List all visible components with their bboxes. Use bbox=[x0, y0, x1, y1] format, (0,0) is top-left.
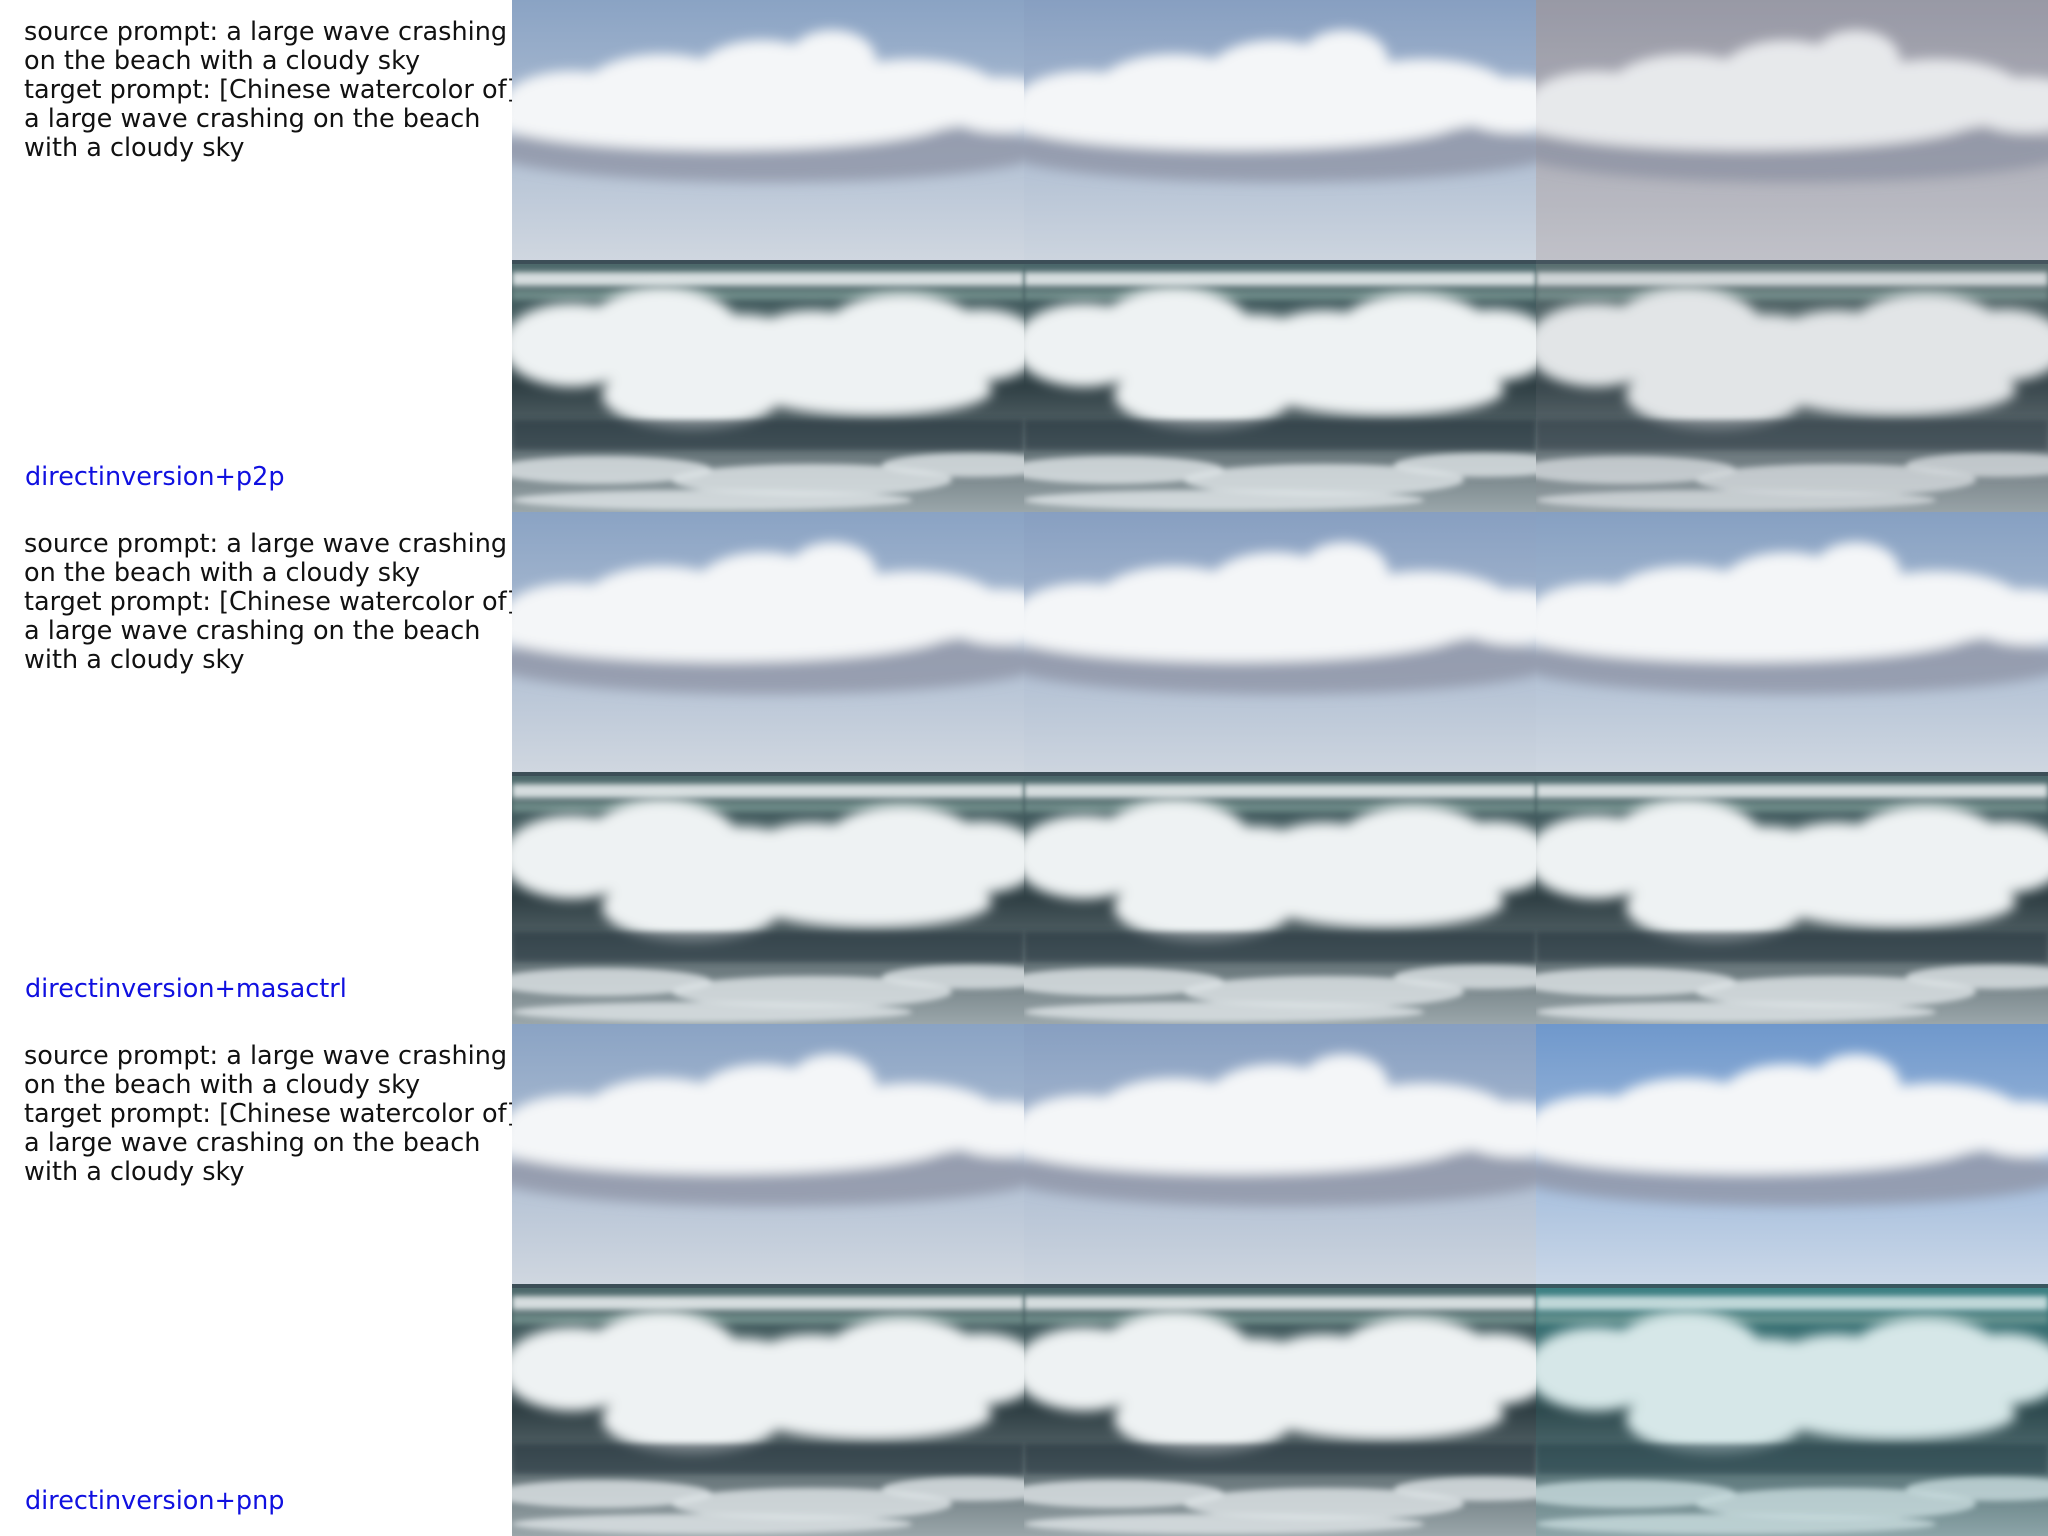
source-prompt-line: on the beach with a cloudy sky bbox=[24, 46, 421, 76]
method-label: directinversion+p2p bbox=[25, 462, 285, 492]
result-row: source prompt: a large wave crashing on … bbox=[0, 512, 2048, 1024]
target-prompt-line: a large wave crashing on the beach bbox=[24, 1128, 481, 1158]
wave-image bbox=[512, 1024, 1024, 1536]
method-label: directinversion+masactrl bbox=[25, 974, 347, 1004]
wave-image bbox=[1536, 0, 2048, 512]
prompt-text: source prompt: a large wave crashing on … bbox=[24, 529, 517, 675]
target-prompt-line: a large wave crashing on the beach bbox=[24, 616, 481, 646]
wave-image bbox=[1024, 512, 1536, 1024]
target-prompt-line: target prompt: [Chinese watercolor of] bbox=[24, 75, 517, 105]
wave-image bbox=[512, 512, 1024, 1024]
prompt-panel: source prompt: a large wave crashing on … bbox=[0, 0, 517, 512]
target-prompt-line: target prompt: [Chinese watercolor of] bbox=[24, 587, 517, 617]
wave-image bbox=[1024, 1024, 1536, 1536]
prompt-panel: source prompt: a large wave crashing on … bbox=[0, 1024, 517, 1536]
comparison-grid: source prompt: a large wave crashing on … bbox=[0, 0, 2048, 1536]
source-prompt-line: source prompt: a large wave crashing bbox=[24, 529, 508, 559]
result-row: source prompt: a large wave crashing on … bbox=[0, 0, 2048, 512]
prompt-text: source prompt: a large wave crashing on … bbox=[24, 1041, 517, 1187]
source-prompt-line: source prompt: a large wave crashing bbox=[24, 1041, 508, 1071]
method-label: directinversion+pnp bbox=[25, 1486, 285, 1516]
prompt-panel: source prompt: a large wave crashing on … bbox=[0, 512, 517, 1024]
target-prompt-line: with a cloudy sky bbox=[24, 645, 245, 675]
wave-image bbox=[512, 0, 1024, 512]
target-prompt-line: with a cloudy sky bbox=[24, 1157, 245, 1187]
target-prompt-line: a large wave crashing on the beach bbox=[24, 104, 481, 134]
wave-image bbox=[1536, 1024, 2048, 1536]
result-row: source prompt: a large wave crashing on … bbox=[0, 1024, 2048, 1536]
source-prompt-line: on the beach with a cloudy sky bbox=[24, 558, 421, 588]
target-prompt-line: with a cloudy sky bbox=[24, 133, 245, 163]
wave-image bbox=[1536, 512, 2048, 1024]
source-prompt-line: source prompt: a large wave crashing bbox=[24, 17, 508, 47]
target-prompt-line: target prompt: [Chinese watercolor of] bbox=[24, 1099, 517, 1129]
wave-image bbox=[1024, 0, 1536, 512]
prompt-text: source prompt: a large wave crashing on … bbox=[24, 17, 517, 163]
source-prompt-line: on the beach with a cloudy sky bbox=[24, 1070, 421, 1100]
